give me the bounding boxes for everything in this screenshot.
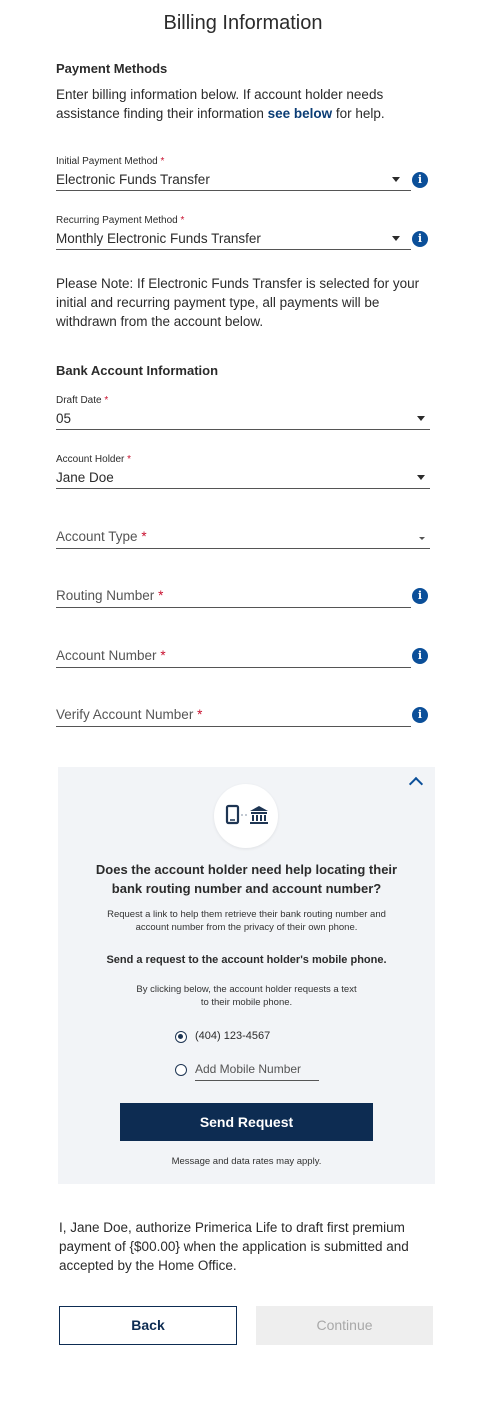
help-question: Does the account holder need help locati…	[95, 862, 398, 896]
draft-date-select[interactable]: Draft Date * 05	[56, 395, 430, 430]
account-holder-label: Account Holder *	[56, 454, 132, 465]
payment-intro-suffix: for help.	[332, 106, 385, 121]
routing-help-panel: Does the account holder need help locati…	[58, 767, 435, 1184]
phone-option-label: (404) 123-4567	[195, 1030, 271, 1042]
required-asterisk: *	[104, 395, 109, 406]
routing-number-input[interactable]: Routing Number *	[56, 585, 411, 608]
initial-payment-method-select[interactable]: Initial Payment Method * Electronic Fund…	[56, 156, 411, 191]
verify-account-number-placeholder: Verify Account Number *	[56, 707, 203, 722]
field-underline	[56, 607, 411, 608]
account-number-input[interactable]: Account Number *	[56, 645, 411, 668]
chevron-down-icon	[417, 416, 425, 421]
see-below-link[interactable]: see below	[268, 106, 333, 121]
field-underline	[56, 488, 430, 489]
initial-payment-label: Initial Payment Method *	[56, 156, 165, 167]
account-holder-value: Jane Doe	[56, 470, 114, 485]
account-type-select[interactable]: Account Type *	[56, 526, 430, 549]
phone-to-bank-illustration	[214, 784, 278, 848]
phone-bank-icon	[225, 804, 268, 825]
verify-account-number-input[interactable]: Verify Account Number *	[56, 704, 411, 727]
field-underline	[56, 249, 411, 250]
info-icon[interactable]: i	[412, 707, 428, 723]
authorization-text: I, Jane Doe, authorize Primerica Life to…	[59, 1220, 409, 1273]
account-number-placeholder: Account Number *	[56, 648, 166, 663]
info-icon[interactable]: i	[412, 588, 428, 604]
field-underline	[56, 726, 411, 727]
phone-radio[interactable]	[175, 1031, 187, 1043]
required-asterisk: *	[160, 156, 165, 167]
send-description: By clicking below, the account holder re…	[136, 984, 357, 1008]
chevron-down-icon	[392, 177, 400, 182]
info-icon[interactable]: i	[412, 648, 428, 664]
required-asterisk: *	[160, 648, 166, 663]
account-type-placeholder: Account Type *	[56, 529, 147, 544]
chevron-down-icon	[419, 537, 425, 540]
chevron-down-icon	[417, 475, 425, 480]
required-asterisk: *	[158, 588, 164, 603]
recurring-payment-label: Recurring Payment Method *	[56, 215, 185, 226]
send-request-button[interactable]: Send Request	[120, 1103, 373, 1141]
add-mobile-radio[interactable]	[175, 1064, 187, 1076]
info-icon[interactable]: i	[412, 231, 428, 247]
field-underline	[56, 548, 430, 549]
routing-number-placeholder: Routing Number *	[56, 588, 164, 603]
field-underline	[56, 667, 411, 668]
send-heading: Send a request to the account holder's m…	[106, 954, 387, 966]
draft-date-label: Draft Date *	[56, 395, 109, 406]
required-asterisk: *	[127, 454, 132, 465]
required-asterisk: *	[141, 529, 147, 544]
account-holder-select[interactable]: Account Holder * Jane Doe	[56, 454, 430, 489]
field-underline	[56, 190, 411, 191]
help-description: Request a link to help them retrieve the…	[107, 909, 386, 933]
back-button[interactable]: Back	[59, 1306, 237, 1345]
required-asterisk: *	[197, 707, 203, 722]
continue-button[interactable]: Continue	[256, 1306, 433, 1345]
chevron-down-icon	[392, 236, 400, 241]
page-title: Billing Information	[163, 12, 323, 34]
bank-account-heading: Bank Account Information	[56, 363, 219, 378]
initial-payment-value: Electronic Funds Transfer	[56, 172, 210, 187]
eft-note: Please Note: If Electronic Funds Transfe…	[56, 276, 420, 329]
info-icon[interactable]: i	[412, 172, 428, 188]
payment-intro: Enter billing information below. If acco…	[56, 85, 416, 123]
add-mobile-input[interactable]: Add Mobile Number	[195, 1062, 319, 1081]
field-underline	[56, 429, 430, 430]
chevron-up-icon[interactable]	[408, 776, 424, 792]
recurring-payment-method-select[interactable]: Recurring Payment Method * Monthly Elect…	[56, 215, 411, 250]
required-asterisk: *	[180, 215, 185, 226]
draft-date-value: 05	[56, 411, 72, 426]
payment-methods-heading: Payment Methods	[56, 61, 168, 76]
recurring-payment-value: Monthly Electronic Funds Transfer	[56, 231, 261, 246]
rates-note: Message and data rates may apply.	[171, 1156, 322, 1167]
